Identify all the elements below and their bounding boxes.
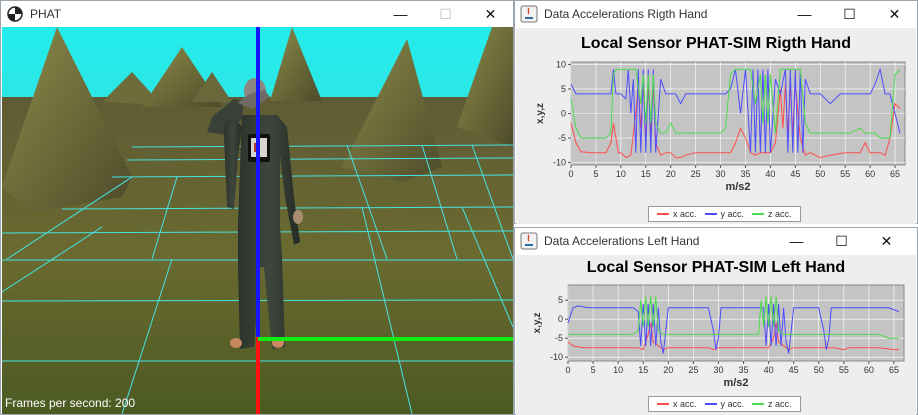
y-tick-label: 0 — [558, 314, 563, 324]
x-tick-label: 50 — [814, 365, 824, 375]
minimize-icon: — — [797, 6, 812, 22]
x-tick-label: 55 — [840, 169, 850, 179]
x-tick-label: 45 — [789, 365, 799, 375]
java-app-icon — [520, 232, 538, 250]
right-chart-legend: x acc. y acc. z acc. — [648, 206, 801, 222]
left-hand-window-title: Data Accelerations Left Hand — [544, 234, 700, 248]
legend-item-x: x acc. — [657, 399, 697, 409]
x-tick-label: 60 — [865, 169, 875, 179]
phat-window: PHAT — ☐ ✕ Frames per second: 200 — [0, 0, 514, 415]
legend-swatch-z — [752, 213, 765, 215]
x-tick-label: 40 — [764, 365, 774, 375]
x-axis-label: m/s2 — [725, 181, 750, 193]
left-hand-window: Data Accelerations Left Hand — ☐ ✕ Local… — [514, 227, 918, 415]
y-tick-label: 10 — [556, 59, 566, 69]
right-hand-chart: 0 5 10 15 20 25 30 35 40 45 50 55 60 651050-5-10m/s2x… — [535, 59, 906, 193]
x-tick-label: 30 — [713, 365, 723, 375]
x-tick-label: 55 — [839, 365, 849, 375]
close-icon: ✕ — [880, 232, 893, 249]
close-button[interactable]: ✕ — [468, 1, 513, 27]
x-tick-label: 30 — [716, 169, 726, 179]
x-tick-label: 60 — [864, 365, 874, 375]
minimize-button[interactable]: — — [774, 228, 819, 254]
y-tick-label: -10 — [550, 352, 563, 362]
legend-item-y: y acc. — [704, 399, 745, 409]
close-button[interactable]: ✕ — [864, 228, 909, 254]
x-tick-label: 50 — [815, 169, 825, 179]
maximize-icon: ☐ — [439, 5, 452, 22]
legend-item-z: z acc. — [752, 209, 792, 219]
x-tick-label: 65 — [889, 365, 899, 375]
maximize-icon: ☐ — [843, 5, 856, 22]
legend-swatch-x — [657, 403, 669, 405]
legend-item-y: y acc. — [704, 209, 745, 219]
minimize-button[interactable]: — — [378, 1, 423, 27]
y-axis-label: x,y,z — [535, 103, 546, 124]
minimize-icon: — — [393, 6, 408, 22]
y-tick-label: 5 — [558, 295, 563, 305]
x-tick-label: 40 — [765, 169, 775, 179]
legend-item-x: x acc. — [657, 209, 697, 219]
legend-label-y: y acc. — [720, 399, 745, 409]
x-tick-label: 5 — [593, 169, 598, 179]
minimize-icon: — — [789, 233, 804, 249]
fps-counter: Frames per second: 200 — [5, 396, 136, 410]
close-button[interactable]: ✕ — [872, 1, 917, 27]
x-tick-label: 35 — [739, 365, 749, 375]
right-hand-titlebar[interactable]: Data Accelerations Rigth Hand — ☐ ✕ — [515, 1, 917, 27]
java-app-icon — [520, 5, 538, 23]
legend-label-z: z acc. — [768, 399, 792, 409]
legend-swatch-y — [704, 403, 717, 405]
phat-titlebar[interactable]: PHAT — ☐ ✕ — [1, 1, 513, 27]
legend-label-x: x acc. — [673, 399, 697, 409]
right-hand-window: Data Accelerations Rigth Hand — ☐ ✕ Loca… — [514, 0, 918, 224]
legend-label-y: y acc. — [720, 209, 745, 219]
legend-swatch-z — [752, 403, 765, 405]
right-hand-window-title: Data Accelerations Rigth Hand — [544, 7, 708, 21]
legend-swatch-x — [657, 213, 669, 215]
maximize-button[interactable]: ☐ — [423, 1, 468, 27]
x-tick-label: 5 — [591, 365, 596, 375]
legend-label-x: x acc. — [673, 209, 697, 219]
x-tick-label: 45 — [790, 169, 800, 179]
y-tick-label: 0 — [561, 109, 566, 119]
x-tick-label: 25 — [688, 365, 698, 375]
x-tick-label: 15 — [641, 169, 651, 179]
close-icon: ✕ — [888, 5, 901, 22]
minimize-button[interactable]: — — [782, 1, 827, 27]
y-tick-label: -5 — [558, 133, 566, 143]
left-hand-chart: 0 5 10 15 20 25 30 35 40 45 50 55 60 6550-5-10m/s2x,y… — [532, 284, 905, 389]
legend-label-z: z acc. — [768, 209, 792, 219]
maximize-button[interactable]: ☐ — [827, 1, 872, 27]
phat-app-icon — [6, 5, 24, 23]
y-axis-label: x,y,z — [532, 313, 543, 334]
legend-swatch-y — [704, 213, 717, 215]
x-tick-label: 25 — [691, 169, 701, 179]
close-icon: ✕ — [484, 5, 497, 22]
left-chart-panel: Local Sensor PHAT-SIM Left Hand 0 5 10 15 20… — [516, 255, 916, 415]
y-tick-label: 5 — [561, 84, 566, 94]
simulation-viewport[interactable]: Frames per second: 200 — [2, 27, 513, 414]
x-axis-label: m/s2 — [723, 377, 748, 389]
legend-item-z: z acc. — [752, 399, 792, 409]
maximize-icon: ☐ — [835, 232, 848, 249]
right-chart-panel: Local Sensor PHAT-SIM Rigth Hand 0 5 10 15 2… — [516, 28, 916, 224]
left-hand-titlebar[interactable]: Data Accelerations Left Hand — ☐ ✕ — [515, 228, 917, 254]
left-chart-legend: x acc. y acc. z acc. — [648, 396, 801, 412]
x-tick-label: 20 — [666, 169, 676, 179]
x-tick-label: 0 — [565, 365, 570, 375]
x-tick-label: 35 — [740, 169, 750, 179]
y-tick-label: -10 — [553, 158, 566, 168]
y-tick-label: -5 — [555, 333, 563, 343]
x-tick-label: 15 — [638, 365, 648, 375]
phat-window-title: PHAT — [30, 7, 62, 21]
x-tick-label: 10 — [616, 169, 626, 179]
x-tick-label: 20 — [663, 365, 673, 375]
x-tick-label: 10 — [613, 365, 623, 375]
simulation-scene — [2, 27, 513, 414]
maximize-button[interactable]: ☐ — [819, 228, 864, 254]
x-tick-label: 65 — [890, 169, 900, 179]
x-tick-label: 0 — [568, 169, 573, 179]
